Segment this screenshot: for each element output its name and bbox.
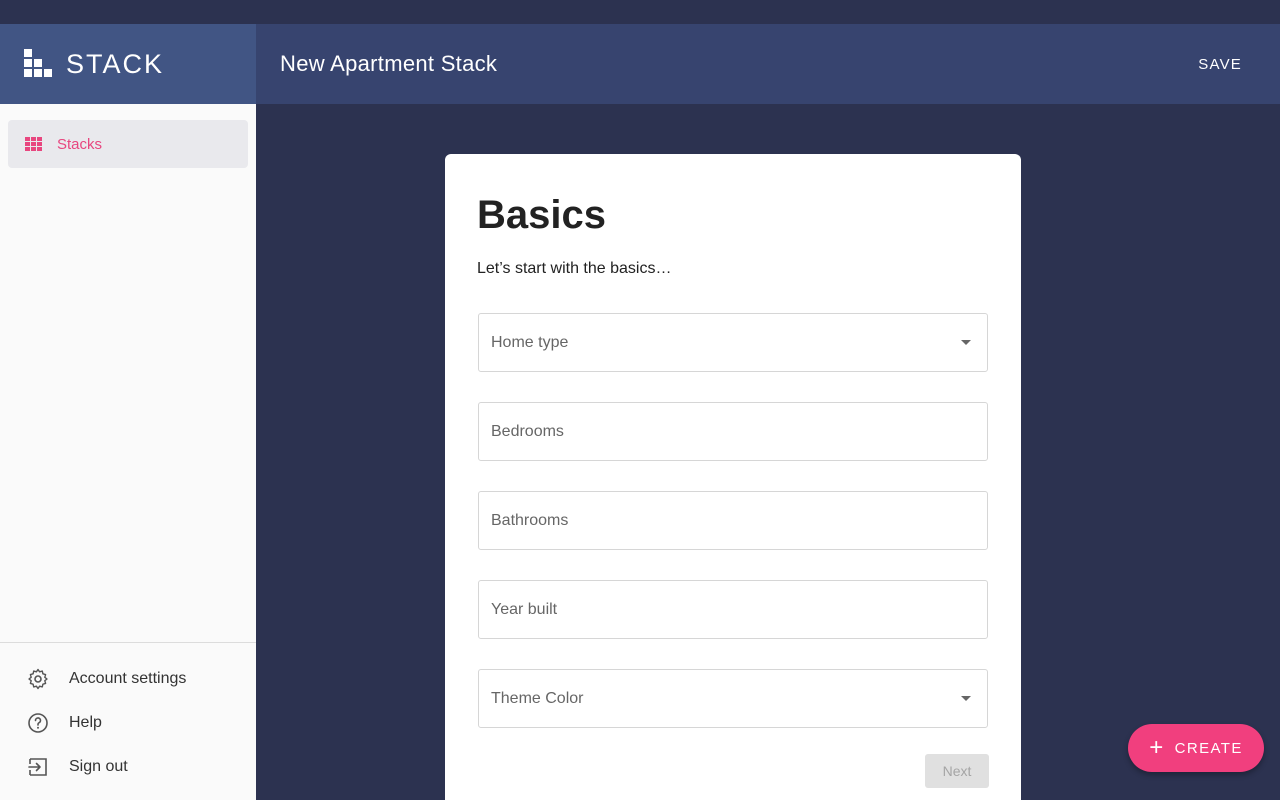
sidebar-item-account-settings[interactable]: Account settings — [26, 667, 186, 691]
status-bar — [0, 0, 1280, 24]
bedrooms-field[interactable]: Bedrooms — [478, 402, 988, 461]
sidebar-item-label: Stacks — [57, 135, 103, 153]
save-button[interactable]: SAVE — [1198, 56, 1242, 73]
create-button[interactable]: + CREATE — [1128, 724, 1264, 772]
sidebar-item-label: Account settings — [69, 670, 187, 687]
field-label: Theme Color — [491, 689, 584, 707]
field-label: Bedrooms — [491, 422, 564, 440]
form-title: Basics — [477, 193, 606, 237]
plus-icon: + — [1149, 734, 1165, 761]
brand-bar: STACK — [0, 24, 256, 104]
stack-logo-icon — [24, 49, 54, 79]
sidebar-divider — [0, 642, 256, 643]
chevron-down-icon — [961, 340, 971, 345]
create-label: CREATE — [1174, 739, 1243, 757]
sidebar-item-label: Sign out — [69, 758, 128, 775]
page-title: New Apartment Stack — [280, 51, 498, 76]
basics-card: Basics Let’s start with the basics… Home… — [445, 154, 1021, 800]
brand-name: STACK — [66, 48, 165, 79]
sidebar: Stacks Account settings Help Sign out — [0, 104, 256, 800]
app-bar: New Apartment Stack SAVE — [256, 24, 1280, 104]
field-label: Bathrooms — [491, 511, 569, 529]
year-built-field[interactable]: Year built — [478, 580, 988, 639]
bathrooms-field[interactable]: Bathrooms — [478, 491, 988, 550]
help-circle-icon — [28, 713, 48, 733]
chevron-down-icon — [961, 696, 971, 701]
grid-icon — [25, 137, 42, 151]
gear-icon — [28, 668, 48, 690]
form-subtitle: Let’s start with the basics… — [477, 260, 672, 277]
sidebar-item-sign-out[interactable]: Sign out — [26, 755, 128, 779]
field-label: Home type — [491, 333, 569, 351]
sidebar-item-help[interactable]: Help — [26, 711, 102, 735]
sidebar-item-stacks[interactable]: Stacks — [8, 120, 248, 168]
theme-color-select[interactable]: Theme Color — [478, 669, 988, 728]
sign-out-icon — [28, 758, 47, 776]
home-type-select[interactable]: Home type — [478, 313, 988, 372]
field-label: Year built — [491, 600, 558, 618]
next-button[interactable]: Next — [925, 754, 989, 788]
sidebar-item-label: Help — [69, 714, 102, 731]
